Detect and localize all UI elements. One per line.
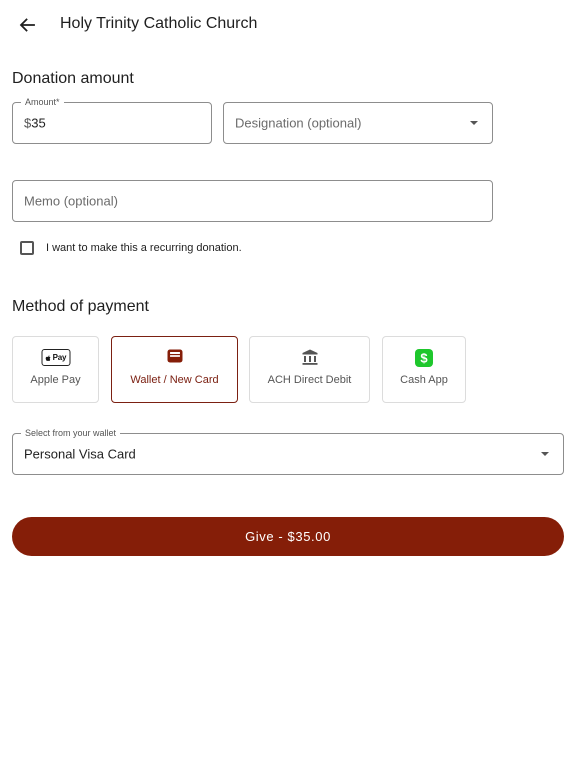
payment-option-cash-app[interactable]: $ Cash App: [382, 336, 466, 403]
payment-option-apple-pay[interactable]: Pay Apple Pay: [12, 336, 99, 403]
memo-input[interactable]: Memo (optional): [12, 180, 493, 222]
recurring-label: I want to make this a recurring donation…: [46, 242, 242, 254]
payment-option-label: Cash App: [400, 374, 448, 386]
bank-icon: [301, 349, 318, 365]
amount-label: Amount*: [21, 96, 64, 108]
memo-placeholder: Memo (optional): [24, 193, 118, 209]
payment-option-ach[interactable]: ACH Direct Debit: [249, 336, 370, 403]
amount-value-wrap: $35: [24, 116, 46, 131]
chevron-down-icon: [541, 452, 549, 456]
wallet-select-value: Personal Visa Card: [24, 446, 136, 462]
amount-value: 35: [31, 115, 46, 131]
recurring-checkbox[interactable]: [20, 241, 34, 255]
back-button[interactable]: [14, 12, 40, 38]
cash-app-icon: $: [415, 349, 433, 367]
designation-select[interactable]: Designation (optional): [223, 102, 493, 144]
arrow-left-icon: [19, 18, 35, 32]
donation-page: Holy Trinity Catholic Church Donation am…: [0, 0, 576, 768]
payment-method-heading: Method of payment: [12, 298, 149, 315]
payment-option-wallet[interactable]: Wallet / New Card: [111, 336, 238, 403]
wallet-select-label: Select from your wallet: [21, 427, 121, 439]
apple-pay-icon: Pay: [41, 349, 70, 366]
page-title: Holy Trinity Catholic Church: [60, 15, 258, 32]
apple-pay-badge-text: Pay: [52, 353, 67, 362]
payment-option-label: Apple Pay: [30, 374, 81, 386]
give-button[interactable]: Give - $35.00: [12, 517, 564, 556]
wallet-select[interactable]: Select from your wallet Personal Visa Ca…: [12, 427, 564, 475]
give-button-label: Give - $35.00: [245, 529, 331, 544]
donation-amount-heading: Donation amount: [12, 70, 134, 87]
payment-option-label: Wallet / New Card: [130, 374, 219, 386]
designation-placeholder: Designation (optional): [235, 115, 362, 131]
svg-text:$: $: [420, 351, 428, 366]
amount-field[interactable]: Amount* $35: [12, 96, 212, 144]
recurring-checkbox-row[interactable]: I want to make this a recurring donation…: [20, 241, 242, 255]
chevron-down-icon: [470, 121, 478, 125]
wallet-icon: [167, 349, 183, 363]
payment-option-label: ACH Direct Debit: [267, 374, 352, 386]
